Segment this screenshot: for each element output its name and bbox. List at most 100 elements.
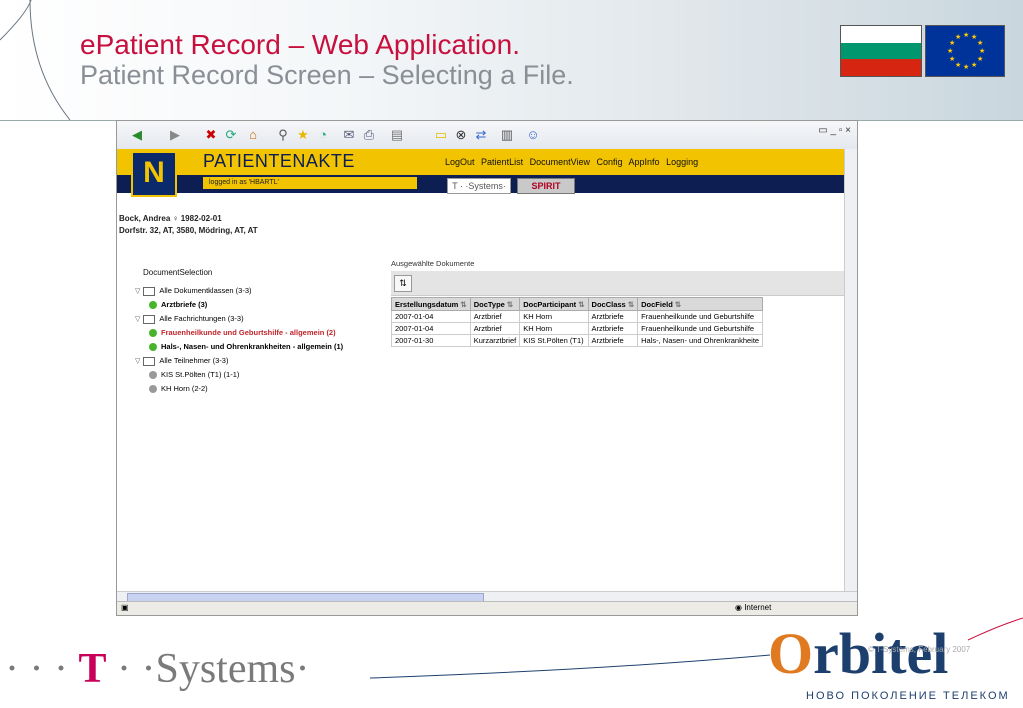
vertical-scrollbar[interactable] <box>844 149 857 595</box>
back-icon[interactable]: ◀ <box>129 127 145 143</box>
slide-subtitle: Patient Record Screen – Selecting a File… <box>80 60 574 90</box>
table-cell: KH Horn <box>519 310 589 323</box>
column-header-label: DocField <box>641 299 673 309</box>
tree-item-label: KIS St.Pölten (T1) (1-1) <box>161 370 240 379</box>
green-dot-icon <box>149 343 157 352</box>
green-dot-icon <box>149 301 157 310</box>
green-dot-icon <box>149 329 157 338</box>
table-cell: Hals-, Nasen- und Ohrenkrankheite <box>637 334 764 347</box>
menu-logout[interactable]: LogOut <box>445 157 475 167</box>
stop-icon[interactable]: ✖ <box>203 127 219 143</box>
column-header[interactable]: DocType ⇅ <box>469 297 521 311</box>
column-header-label: DocType <box>473 299 505 309</box>
forward-icon[interactable]: ▶ <box>167 127 183 143</box>
expand-icon[interactable]: ▽ <box>135 285 140 299</box>
svg-text:★: ★ <box>977 39 983 47</box>
svg-text:★: ★ <box>963 63 969 71</box>
menu-documentview[interactable]: DocumentView <box>530 157 590 167</box>
documents-table: Erstellungsdatum ⇅ DocType ⇅ DocParticipan… <box>391 297 764 347</box>
expand-icon[interactable]: ▽ <box>135 355 140 369</box>
table-cell: 2007-01-04 <box>391 310 471 323</box>
tree-item-label: Alle Dokumentklassen (3-3) <box>159 286 252 295</box>
toolbox-icon[interactable]: ▥ <box>499 127 515 143</box>
close-circle-icon[interactable]: ⊗ <box>453 127 469 143</box>
history-icon[interactable]: ◔ <box>315 127 331 143</box>
column-header[interactable]: DocClass ⇅ <box>587 297 639 311</box>
copyright: © T-Systems, February 2007 <box>868 645 971 654</box>
menu-logging[interactable]: Logging <box>666 157 698 167</box>
column-header[interactable]: DocField ⇅ <box>637 297 764 311</box>
table-cell: KIS St.Pölten (T1) <box>519 334 589 347</box>
table-cell: Arztbriefe <box>587 310 639 323</box>
share-icon[interactable]: ⇄ <box>473 127 489 143</box>
table-cell: 2007-01-30 <box>391 334 471 347</box>
favorites-icon[interactable]: ★ <box>295 127 311 143</box>
column-header[interactable]: Erstellungsdatum ⇅ <box>391 297 471 311</box>
svg-text:★: ★ <box>947 47 953 55</box>
orbitel-o: O <box>768 621 814 686</box>
page-icon: ▣ <box>121 603 129 612</box>
table-row[interactable]: 2007-01-30 Kurzarztbrief KIS St.Pölten (T1… <box>391 334 764 347</box>
table-cell: Arztbriefe <box>587 322 639 335</box>
nav-menu: LogOut PatientList DocumentView Config A… <box>445 157 702 167</box>
patient-name: Bock, Andrea ♀ 1982-02-01 <box>119 214 222 223</box>
menu-appinfo[interactable]: AppInfo <box>629 157 660 167</box>
sort-icon[interactable]: ⇅ <box>458 300 466 309</box>
app-header: N PATIENTENAKTE logged in as 'HBARTL' Lo… <box>117 149 845 197</box>
tree-item-label: Frauenheilkunde und Geburtshilfe - allge… <box>161 328 336 337</box>
messenger-icon[interactable]: ☺ <box>525 127 541 143</box>
sort-icon[interactable]: ⇅ <box>576 300 584 309</box>
column-header-label: DocClass <box>591 299 626 309</box>
eu-flag-icon: ★ ★ ★ ★ ★ ★ ★ ★ ★ ★ ★ ★ <box>925 25 1005 77</box>
window-controls[interactable]: ▭ _ ▫ × <box>818 125 851 136</box>
sort-icon[interactable]: ⇅ <box>626 300 634 309</box>
print-icon[interactable]: ⎙ <box>361 127 377 143</box>
svg-text:★: ★ <box>971 61 977 69</box>
app-title: PATIENTENAKTE <box>203 151 355 171</box>
table-cell: 2007-01-04 <box>391 322 471 335</box>
expand-icon[interactable]: ▽ <box>135 313 140 327</box>
sort-button[interactable]: ⇅ <box>394 275 412 292</box>
column-header-label: Erstellungsdatum <box>395 299 459 309</box>
slide-header: ePatient Record – Web Application. Patie… <box>0 0 1023 121</box>
tree-item-label: KH Horn (2-2) <box>161 384 208 393</box>
tsystems-t: T <box>78 646 107 692</box>
spirit-badge: SPIRIT <box>517 178 575 194</box>
table-cell: Arztbrief <box>469 322 521 335</box>
column-header[interactable]: DocParticipant ⇅ <box>519 297 589 311</box>
folder-icon <box>143 356 156 366</box>
refresh-icon[interactable]: ⟳ <box>223 127 239 143</box>
patient-address: Dorfstr. 32, AT, 3580, Mödring, AT, AT <box>119 226 258 235</box>
tsystems-logo: · · · T · ·Systems· <box>5 646 310 692</box>
table-row[interactable]: 2007-01-04 Arztbrief KH Horn Arztbriefe Frau… <box>391 322 764 335</box>
mail-icon[interactable]: ✉ <box>341 127 357 143</box>
menu-patientlist[interactable]: PatientList <box>481 157 523 167</box>
table-cell: Frauenheilkunde und Geburtshilfe <box>637 310 764 323</box>
app-logo: N <box>131 151 177 197</box>
logged-in-label: logged in as 'HBARTL' <box>203 177 417 189</box>
edit-icon[interactable]: ▤ <box>389 127 405 143</box>
sort-icon[interactable]: ⇅ <box>505 300 513 309</box>
sort-icon[interactable]: ⇅ <box>673 300 681 309</box>
document-selection-title: DocumentSelection <box>143 268 213 277</box>
table-cell: KH Horn <box>519 322 589 335</box>
table-cell: Frauenheilkunde und Geburtshilfe <box>637 322 764 335</box>
table-row[interactable]: 2007-01-04 Arztbrief KH Horn Arztbriefe Frau… <box>391 310 764 323</box>
table-cell: Arztbriefe <box>587 334 639 347</box>
grey-dot-icon <box>149 371 157 380</box>
browser-window: ◀ ▶ ✖ ⟳ ⌂ ⚲ ★ ◔ ✉ ⎙ ▤ ▭ ⊗ ⇄ ▥ ☺ ▭ _ ▫ × … <box>116 120 858 616</box>
folder-icon <box>143 314 156 324</box>
home-icon[interactable]: ⌂ <box>245 127 261 143</box>
slide-title: ePatient Record – Web Application. <box>80 29 520 60</box>
browser-toolbar: ◀ ▶ ✖ ⟳ ⌂ ⚲ ★ ◔ ✉ ⎙ ▤ ▭ ⊗ ⇄ ▥ ☺ ▭ _ ▫ × <box>117 121 857 150</box>
tree-item-label: Arztbriefe (3) <box>161 300 208 309</box>
patient-info: Bock, Andrea ♀ 1982-02-01 Dorfstr. 32, A… <box>119 213 258 237</box>
svg-text:★: ★ <box>963 31 969 39</box>
tree-item-label: Alle Teilnehmer (3-3) <box>159 356 229 365</box>
table-cell: Kurzarztbrief <box>469 334 521 347</box>
search-icon[interactable]: ⚲ <box>275 127 291 143</box>
svg-text:★: ★ <box>949 55 955 63</box>
folder-icon[interactable]: ▭ <box>433 127 449 143</box>
menu-config[interactable]: Config <box>596 157 622 167</box>
internet-zone: ◉ Internet <box>735 603 772 612</box>
